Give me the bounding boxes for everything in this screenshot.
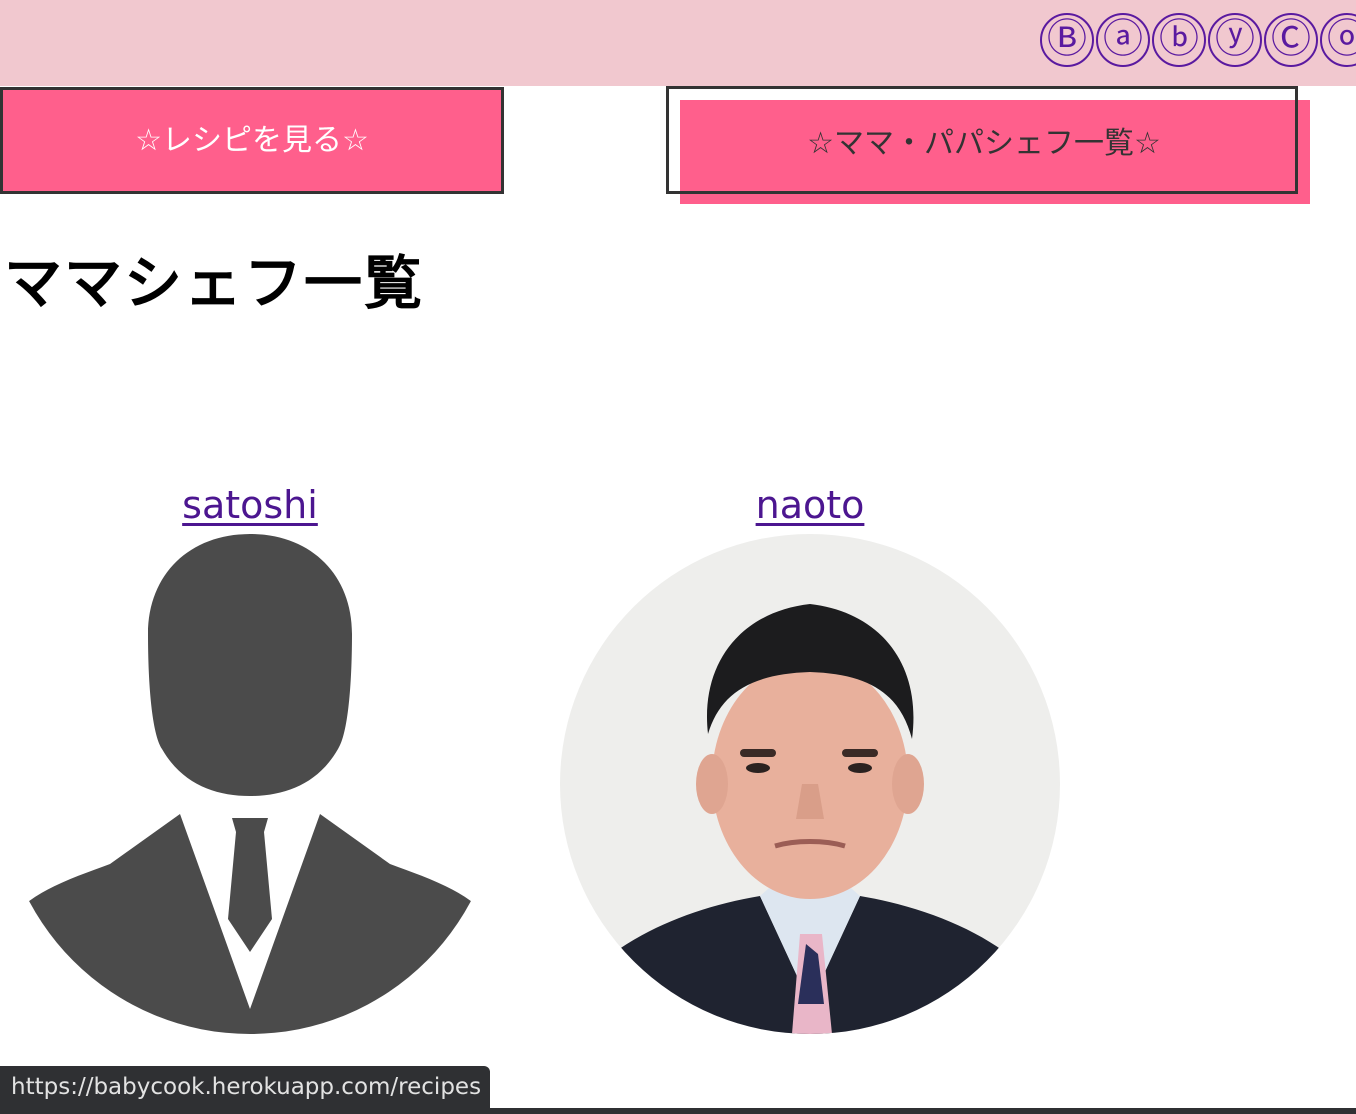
logo-letter: ⓑ	[1152, 13, 1206, 67]
site-logo[interactable]: Ⓑ ⓐ ⓑ ⓨ Ⓒ ⓞ	[1040, 13, 1356, 67]
chef-card: naoto	[560, 478, 1060, 1034]
page-title: ママシェフ一覧	[4, 249, 425, 317]
logo-letter: Ⓑ	[1040, 13, 1094, 67]
logo-letter: Ⓒ	[1264, 13, 1318, 67]
window-bottom-border	[0, 1108, 1356, 1114]
logo-letter: ⓐ	[1096, 13, 1150, 67]
chef-card: satoshi	[0, 478, 500, 1034]
view-recipes-button[interactable]: ☆レシピを見る☆	[0, 87, 504, 194]
logo-letter: ⓞ	[1320, 13, 1356, 67]
profile-photo[interactable]	[560, 534, 1060, 1034]
link-status-bar: https://babycook.herokuapp.com/recipes	[0, 1066, 490, 1108]
chef-list-button[interactable]: ☆ママ・パパシェフ一覧☆	[666, 86, 1298, 194]
chef-name-link[interactable]: satoshi	[182, 478, 318, 532]
person-silhouette-icon[interactable]	[0, 534, 500, 1034]
logo-letter: ⓨ	[1208, 13, 1262, 67]
chef-name-link[interactable]: naoto	[756, 478, 865, 532]
site-header: Ⓑ ⓐ ⓑ ⓨ Ⓒ ⓞ	[0, 0, 1356, 86]
